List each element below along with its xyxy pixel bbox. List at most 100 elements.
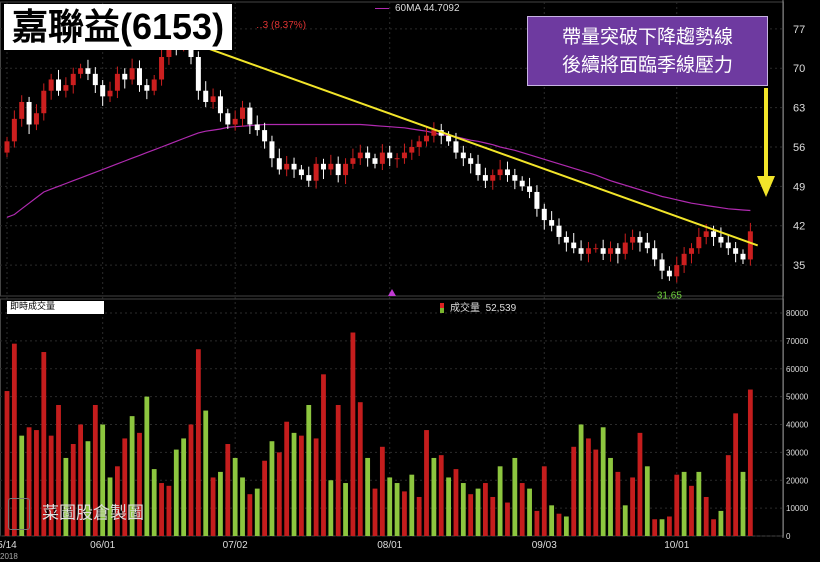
- candle-body: [85, 68, 91, 74]
- candle-body: [446, 135, 452, 142]
- volume-bar: [740, 471, 746, 536]
- candle-body: [644, 242, 650, 249]
- volume-bar: [608, 457, 613, 536]
- candle-body: [453, 141, 459, 153]
- candle-body: [688, 248, 694, 254]
- price-y-tick-label: 42: [793, 221, 805, 233]
- annotation-line-1: 帶量突破下降趨勢線: [561, 26, 733, 48]
- volume-bar: [674, 474, 680, 536]
- watermark-logo-icon: [8, 498, 30, 530]
- volume-bar: [306, 404, 312, 536]
- volume-y-tick-label: 0: [786, 532, 791, 541]
- candle-body: [4, 141, 10, 153]
- candle-body: [19, 101, 25, 119]
- volume-bar: [225, 444, 231, 536]
- candle-body: [107, 90, 113, 97]
- volume-legend: 成交量 52,539: [440, 299, 516, 314]
- volume-bar: [549, 505, 555, 536]
- volume-bar: [210, 477, 216, 536]
- candle-body: [144, 85, 150, 91]
- candle-body: [100, 85, 106, 97]
- price-y-tick-label: 49: [793, 181, 805, 193]
- ma-legend-label: 60MA: [395, 3, 421, 14]
- volume-legend-value: 52,539: [485, 303, 517, 314]
- volume-bar: [299, 435, 304, 536]
- volume-bar: [534, 510, 540, 536]
- watermark-text: 菜圖股倉製圖: [42, 503, 144, 524]
- volume-bar: [630, 477, 635, 536]
- volume-bar: [188, 424, 194, 536]
- candle-body: [136, 68, 142, 86]
- price-y-tick-label: 70: [793, 63, 805, 75]
- candle-body: [504, 169, 510, 176]
- candle-body: [424, 135, 430, 142]
- volume-y-tick-label: 50000: [786, 393, 809, 402]
- candle-body: [747, 231, 753, 260]
- candle-body: [298, 169, 304, 176]
- candle-body: [637, 236, 643, 243]
- price-y-tick-label: 56: [793, 142, 805, 154]
- candle-body: [195, 56, 201, 91]
- volume-bar: [711, 519, 716, 536]
- volume-bar: [578, 424, 584, 536]
- candle-body: [151, 79, 157, 91]
- x-tick-label: 07/02: [223, 540, 248, 551]
- candle-body: [475, 163, 481, 176]
- candle-body: [122, 73, 128, 80]
- volume-bar: [541, 466, 547, 536]
- volume-bar: [505, 502, 510, 536]
- volume-bar: [276, 452, 282, 536]
- volume-bar: [416, 496, 422, 536]
- volume-y-tick-label: 80000: [786, 309, 809, 318]
- annotation-box: 帶量突破下降趨勢線 後續將面臨季線壓力: [527, 16, 768, 86]
- candle-body: [387, 152, 393, 159]
- candle-body: [718, 236, 724, 243]
- volume-bar: [718, 510, 724, 536]
- volume-bar: [409, 474, 415, 536]
- volume-bar: [497, 466, 503, 536]
- volume-bar: [527, 488, 532, 536]
- volume-bar: [144, 396, 150, 536]
- volume-bar: [637, 432, 643, 536]
- candle-body: [269, 141, 275, 159]
- volume-bar: [402, 491, 407, 536]
- ma-legend-value: 44.7092: [423, 3, 460, 14]
- candle-body: [666, 270, 672, 277]
- candle-body: [519, 180, 525, 187]
- volume-bar: [232, 457, 238, 536]
- candle-body: [593, 248, 599, 250]
- candle-body: [313, 163, 319, 181]
- price-y-tick-label: 35: [793, 260, 805, 272]
- candle-body: [622, 242, 628, 254]
- volume-bar: [254, 488, 260, 536]
- candle-body: [210, 96, 216, 102]
- candle-body: [357, 152, 363, 159]
- candle-body: [563, 236, 569, 243]
- candle-body: [497, 169, 503, 176]
- volume-y-tick-label: 40000: [786, 421, 809, 430]
- volume-bar: [659, 519, 665, 536]
- candle-body: [254, 124, 260, 131]
- price-change-text: ‥3 (8.37%): [256, 20, 307, 31]
- candle-body: [203, 90, 209, 102]
- volume-bar: [563, 516, 569, 536]
- candle-body: [225, 113, 231, 125]
- candle-body: [711, 231, 717, 237]
- candle-body: [41, 90, 47, 114]
- volume-bar: [689, 485, 694, 536]
- volume-bar: [424, 430, 429, 536]
- volume-bar: [313, 438, 319, 536]
- volume-bar: [240, 477, 245, 536]
- candle-body: [306, 175, 312, 181]
- volume-bar: [173, 449, 179, 536]
- volume-bar: [519, 483, 525, 536]
- candle-body: [328, 163, 334, 170]
- volume-bar: [291, 432, 297, 536]
- volume-bar: [681, 471, 687, 536]
- volume-bar: [667, 516, 672, 536]
- candle-body: [33, 113, 39, 125]
- candle-body: [460, 152, 466, 159]
- volume-bar: [321, 374, 326, 536]
- volume-bar: [644, 466, 650, 536]
- volume-bar: [372, 488, 378, 536]
